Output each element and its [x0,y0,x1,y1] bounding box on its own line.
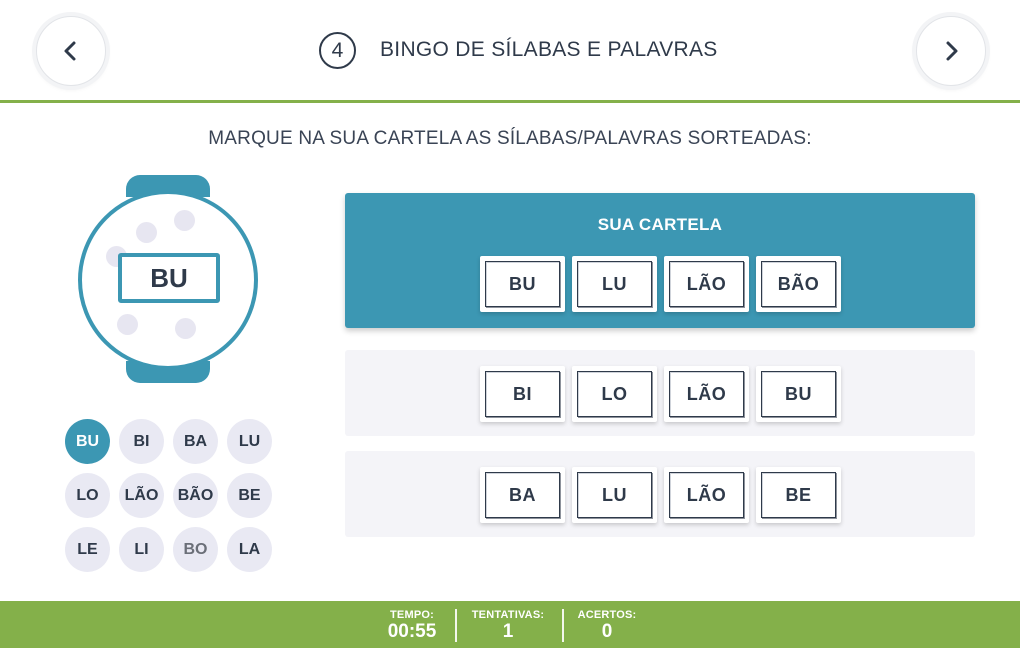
tile-label: LO [577,371,652,417]
card-tile: LO [572,366,657,422]
card-tile: BU [756,366,841,422]
tile-label: LÃO [669,371,744,417]
drawn-chip: LO [65,473,110,518]
card-tile: BI [480,366,565,422]
my-card-title: SUA CARTELA [597,215,723,234]
time-stat: TEMPO: 00:55 [382,609,442,643]
tile-label: LÃO [669,472,744,518]
tile-label: BU [485,261,560,307]
ball [175,318,196,339]
tile-label: BA [485,472,560,518]
previous-button[interactable] [36,16,106,86]
ball [136,222,157,243]
card-tile: LÃO [664,366,749,422]
my-card-tile[interactable]: LÃO [664,256,749,312]
attempts-stat: TENTATIVAS: 1 [468,609,548,643]
step-number: 4 [319,32,356,69]
next-button[interactable] [916,16,986,86]
card-tile: LU [572,467,657,523]
drawn-chip: LI [119,527,164,572]
card-tile: BE [756,467,841,523]
tile-label: LÃO [669,261,744,307]
opponent-card: BI LO LÃO BU [345,350,975,436]
stat-divider [562,609,564,642]
hits-stat: ACERTOS: 0 [575,609,639,643]
drawn-chip: BA [173,419,218,464]
my-card: SUA CARTELA BU LU LÃO BÃO [345,193,975,328]
my-card-tile[interactable]: LU [572,256,657,312]
chevron-left-icon [64,41,76,61]
time-value: 00:55 [387,621,437,642]
drawn-chip: LE [65,527,110,572]
hits-label: ACERTOS: [577,609,637,621]
my-card-tile[interactable]: BU [480,256,565,312]
time-label: TEMPO: [390,609,434,621]
current-draw: BU [118,253,220,303]
ball [174,210,195,231]
attempts-label: TENTATIVAS: [471,609,545,621]
ball [117,314,138,335]
tile-label: BÃO [761,261,836,307]
status-footer: TEMPO: 00:55 TENTATIVAS: 1 ACERTOS: 0 [0,601,1020,648]
tile-label: BU [761,371,836,417]
stat-divider [455,609,457,642]
header-divider [0,100,1020,103]
drawn-chip: LU [227,419,272,464]
page-title: BINGO DE SÍLABAS E PALAVRAS [380,38,718,61]
drawn-chip: LÃO [119,473,164,518]
opponent-card: BA LU LÃO BE [345,451,975,537]
card-tile: BA [480,467,565,523]
tile-label: BI [485,371,560,417]
tile-label: LU [577,261,652,307]
attempts-value: 1 [502,621,514,642]
chevron-right-icon [946,41,958,61]
header: 4 BINGO DE SÍLABAS E PALAVRAS [0,0,1020,100]
drawn-chip: BI [119,419,164,464]
drawn-chip: BE [227,473,272,518]
instruction-text: MARQUE NA SUA CARTELA AS SÍLABAS/PALAVRA… [208,128,812,149]
drawn-chip: BÃO [173,473,218,518]
my-card-tile[interactable]: BÃO [756,256,841,312]
drawn-chip: LA [227,527,272,572]
hits-value: 0 [601,621,613,642]
bingo-cage: BU [78,175,260,385]
card-tile: LÃO [664,467,749,523]
drawn-chip: BO [173,527,218,572]
tile-label: BE [761,472,836,518]
drawn-chip: BU [65,419,110,464]
tile-label: LU [577,472,652,518]
